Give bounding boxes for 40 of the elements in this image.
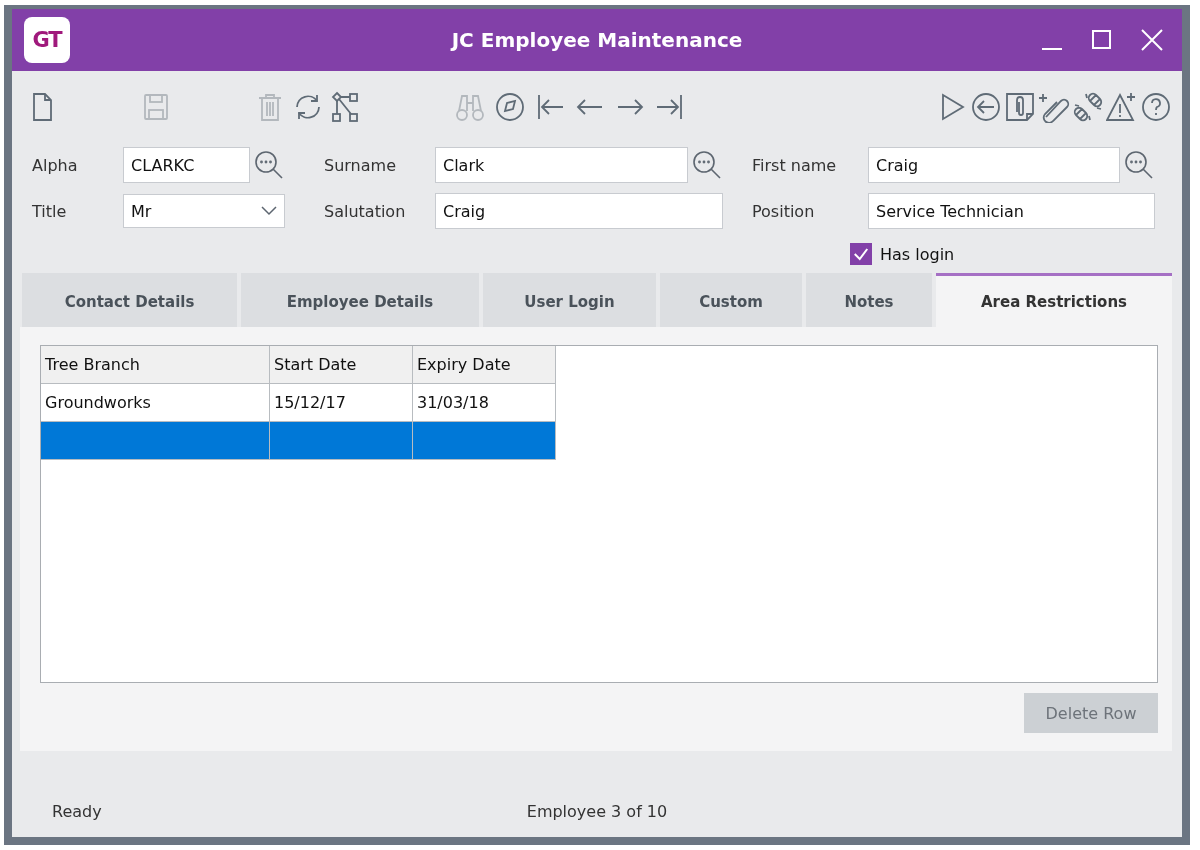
paperclip-plus-icon[interactable]	[1038, 91, 1070, 123]
column-header[interactable]: Expiry Date	[413, 346, 556, 384]
maximize-icon[interactable]	[1090, 28, 1114, 52]
search-icon[interactable]	[254, 150, 284, 180]
text-field[interactable]: Service Technician	[868, 193, 1155, 229]
field-label: Surname	[324, 155, 397, 175]
help-icon[interactable]	[1140, 91, 1172, 123]
field-label: Position	[752, 201, 816, 221]
tab[interactable]: Custom	[660, 273, 802, 327]
field-label: Salutation	[324, 201, 407, 221]
compass-icon[interactable]	[494, 91, 526, 123]
app-logo: GT	[24, 17, 70, 63]
tab[interactable]: Area Restrictions	[936, 273, 1172, 327]
tab[interactable]: Notes	[806, 273, 932, 327]
warning-plus-icon[interactable]	[1106, 91, 1138, 123]
tab[interactable]: User Login	[483, 273, 656, 327]
text-field[interactable]: Clark	[435, 147, 688, 183]
field-label: Title	[32, 201, 68, 221]
tab[interactable]: Employee Details	[241, 273, 479, 327]
search-icon[interactable]	[692, 150, 722, 180]
paperclip-document-icon[interactable]	[1004, 91, 1036, 123]
caret-icon	[261, 206, 277, 216]
text-field[interactable]: Craig	[435, 193, 723, 229]
back-circle-icon[interactable]	[970, 91, 1002, 123]
search-icon[interactable]	[1124, 150, 1154, 180]
close-icon[interactable]	[1140, 28, 1164, 52]
text-field[interactable]: Craig	[868, 147, 1120, 183]
tab[interactable]: Contact Details	[22, 273, 237, 327]
title-dropdown[interactable]: Mr	[123, 194, 285, 228]
status-text: Ready	[52, 801, 102, 821]
record-counter: Employee 3 of 10	[526, 801, 668, 821]
field-label: First name	[752, 155, 838, 175]
text-field[interactable]: CLARKC	[123, 147, 250, 183]
field-label: Alpha	[32, 155, 79, 175]
column-header[interactable]: Start Date	[270, 346, 413, 384]
checkbox[interactable]	[850, 243, 872, 265]
column-header[interactable]: Tree Branch	[41, 346, 270, 384]
broken-link-icon[interactable]	[1072, 91, 1104, 123]
window-title: JC Employee Maintenance	[451, 28, 743, 52]
checkbox-label: Has login	[880, 244, 955, 264]
